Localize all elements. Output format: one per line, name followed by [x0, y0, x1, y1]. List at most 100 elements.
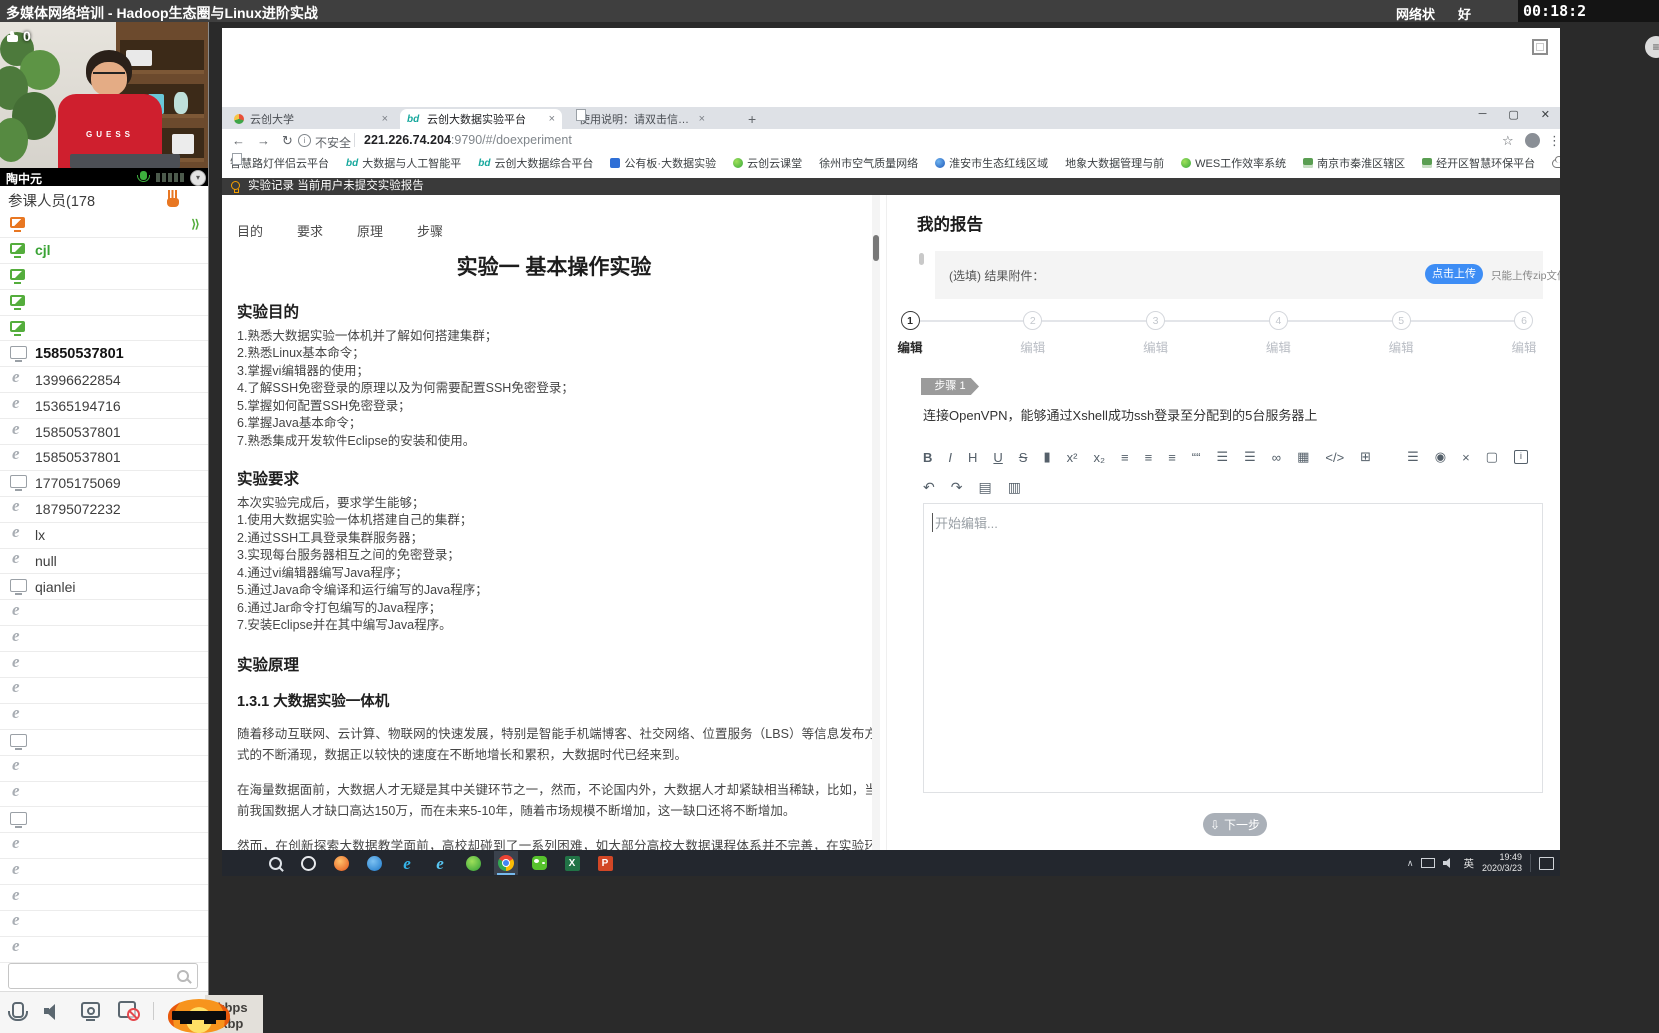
- bookmark-item[interactable]: 地象大数据管理与前: [1065, 155, 1164, 171]
- editor-toolbar-icon-italic[interactable]: I: [948, 450, 952, 465]
- editor-toolbar-icon-code-inline[interactable]: </>: [1325, 450, 1344, 465]
- speaker-toggle-button[interactable]: [44, 1004, 62, 1018]
- doc-nav-item[interactable]: 原理: [357, 221, 383, 240]
- stepper-step[interactable]: 4 编辑: [1259, 311, 1297, 356]
- doc-nav-item[interactable]: 要求: [297, 221, 323, 240]
- window-minimize-button[interactable]: ─: [1479, 108, 1487, 121]
- participant-row[interactable]: lx: [0, 523, 208, 549]
- browser-tab[interactable]: 云创大学 ×: [227, 109, 395, 129]
- taskbar-app-icon[interactable]: [461, 851, 485, 875]
- participant-row[interactable]: 15850537801: [0, 445, 208, 471]
- participant-row[interactable]: 15365194716: [0, 393, 208, 419]
- participant-row[interactable]: [0, 833, 208, 859]
- editor-toolbar-icon-expand[interactable]: ×: [1462, 450, 1470, 465]
- stepper-step[interactable]: 3 编辑: [1137, 311, 1175, 356]
- panel-scrollbar-thumb[interactable]: [919, 253, 924, 265]
- notification-center-icon[interactable]: [1539, 857, 1554, 870]
- taskbar-app-icon[interactable]: [329, 851, 353, 875]
- bookmark-star-icon[interactable]: ☆: [1502, 133, 1514, 149]
- fullscreen-icon[interactable]: [1532, 39, 1548, 55]
- browser-tab[interactable]: bd 云创大数据实验平台 ×: [400, 109, 562, 129]
- participant-row[interactable]: qianlei: [0, 574, 208, 600]
- raise-hand-icon[interactable]: [166, 190, 180, 207]
- profile-avatar[interactable]: [1525, 133, 1540, 148]
- editor-toolbar-icon-ordered-list[interactable]: ☰: [1216, 449, 1228, 465]
- tray-clock[interactable]: 19:49 2020/3/23: [1482, 852, 1522, 874]
- participant-row[interactable]: [0, 626, 208, 652]
- editor-toolbar-icon-table[interactable]: ⊞: [1360, 449, 1371, 465]
- editor-toolbar-icon-bold[interactable]: B: [923, 450, 932, 465]
- window-close-button[interactable]: ✕: [1541, 108, 1550, 121]
- editor-toolbar-icon-quote[interactable]: ““: [1192, 450, 1201, 465]
- editor-toolbar-icon-info[interactable]: i: [1514, 450, 1528, 464]
- document-scrollbar[interactable]: [872, 195, 880, 850]
- back-button[interactable]: ←: [232, 133, 245, 148]
- participant-row[interactable]: cjl: [0, 238, 208, 264]
- tray-volume-icon[interactable]: [1443, 858, 1455, 868]
- editor-toolbar-icon-preview[interactable]: ◉: [1435, 449, 1446, 465]
- chevron-down-icon[interactable]: ▾: [190, 170, 206, 186]
- side-panel-toggle-button[interactable]: ≡: [1645, 36, 1659, 58]
- tab-close-icon[interactable]: ×: [382, 113, 388, 125]
- taskbar-app-icon[interactable]: P: [593, 851, 617, 875]
- scrollbar-thumb[interactable]: [873, 235, 879, 261]
- editor-toolbar-icon-clear[interactable]: ▤: [978, 479, 991, 496]
- editor-toolbar-icon-underline[interactable]: U: [993, 450, 1002, 465]
- participant-row[interactable]: [0, 911, 208, 937]
- participant-row[interactable]: [0, 678, 208, 704]
- participant-row[interactable]: [0, 937, 208, 963]
- participant-row[interactable]: [0, 290, 208, 316]
- editor-toolbar-icon-strikethrough[interactable]: S: [1019, 450, 1028, 465]
- editor-toolbar-icon-align-right[interactable]: ≡: [1168, 450, 1176, 465]
- participant-row[interactable]: [0, 859, 208, 885]
- participant-row[interactable]: [0, 652, 208, 678]
- taskbar-app-icon[interactable]: [296, 851, 320, 875]
- participant-row[interactable]: null: [0, 549, 208, 575]
- recording-disabled-button[interactable]: [118, 1001, 136, 1018]
- editor-toolbar-icon-window[interactable]: ▢: [1486, 449, 1498, 465]
- bookmark-item[interactable]: 智慧路灯伴侣云平台: [230, 155, 329, 171]
- participant-row[interactable]: 13996622854: [0, 367, 208, 393]
- bookmark-item[interactable]: 徐州市空气质量网络: [819, 155, 918, 171]
- bookmark-item[interactable]: bd 大数据与人工智能平: [346, 155, 461, 171]
- participant-search-input[interactable]: [8, 963, 198, 989]
- editor-toolbar-icon-menu[interactable]: ☰: [1407, 449, 1419, 465]
- participant-row[interactable]: 18795072232: [0, 497, 208, 523]
- bookmark-item[interactable]: WES工作效率系统: [1181, 155, 1286, 171]
- report-editor-area[interactable]: 开始编辑...: [923, 503, 1543, 793]
- editor-toolbar-icon-unordered-list[interactable]: ☰: [1244, 449, 1256, 465]
- participant-row[interactable]: ⟩⟩: [0, 212, 208, 238]
- security-info-icon[interactable]: i: [298, 134, 311, 147]
- bookmark-item[interactable]: 经开区智慧环保平台: [1422, 155, 1535, 171]
- editor-toolbar-icon-undo[interactable]: ↶: [923, 479, 935, 496]
- bookmark-item[interactable]: bd 云创大数据综合平台: [478, 155, 593, 171]
- tray-pc-icon[interactable]: [1421, 858, 1435, 868]
- taskbar-app-icon[interactable]: [263, 851, 287, 875]
- webcam-toggle-button[interactable]: [81, 1002, 100, 1018]
- editor-toolbar-icon-align-left[interactable]: ≡: [1121, 450, 1129, 465]
- editor-toolbar-icon-mark[interactable]: ▮: [1043, 449, 1050, 465]
- tab-close-icon[interactable]: ×: [699, 113, 705, 125]
- participant-row[interactable]: 15850537801: [0, 341, 208, 367]
- taskbar-app-icon[interactable]: [494, 851, 518, 875]
- reload-button[interactable]: ↻: [282, 133, 293, 149]
- stepper-step[interactable]: 2 编辑: [1014, 311, 1052, 356]
- editor-toolbar-icon-image[interactable]: ▦: [1297, 449, 1309, 465]
- participant-row[interactable]: [0, 730, 208, 756]
- stepper-step[interactable]: 6 编辑: [1505, 311, 1543, 356]
- editor-toolbar-icon-redo[interactable]: ↷: [951, 479, 963, 496]
- participant-row[interactable]: [0, 600, 208, 626]
- bookmark-item[interactable]: cStor融合存储系统: [1552, 155, 1560, 171]
- url-field[interactable]: 221.226.74.204:9790/#/doexperiment: [364, 133, 572, 147]
- participant-row[interactable]: [0, 704, 208, 730]
- editor-toolbar-icon-subscript[interactable]: x₂: [1093, 450, 1105, 465]
- stepper-step[interactable]: 5 编辑: [1382, 311, 1420, 356]
- bookmark-item[interactable]: 淮安市生态红线区域: [935, 155, 1048, 171]
- participant-row[interactable]: 17705175069: [0, 471, 208, 497]
- editor-toolbar-icon-save[interactable]: ▥: [1008, 479, 1021, 496]
- mic-toggle-button[interactable]: [12, 1002, 24, 1018]
- browser-menu-icon[interactable]: ⋮: [1548, 133, 1560, 149]
- bookmark-item[interactable]: 公有板·大数据实验: [610, 155, 716, 171]
- tray-chevron-icon[interactable]: ∧: [1407, 858, 1414, 869]
- taskbar-app-icon[interactable]: e: [395, 851, 419, 875]
